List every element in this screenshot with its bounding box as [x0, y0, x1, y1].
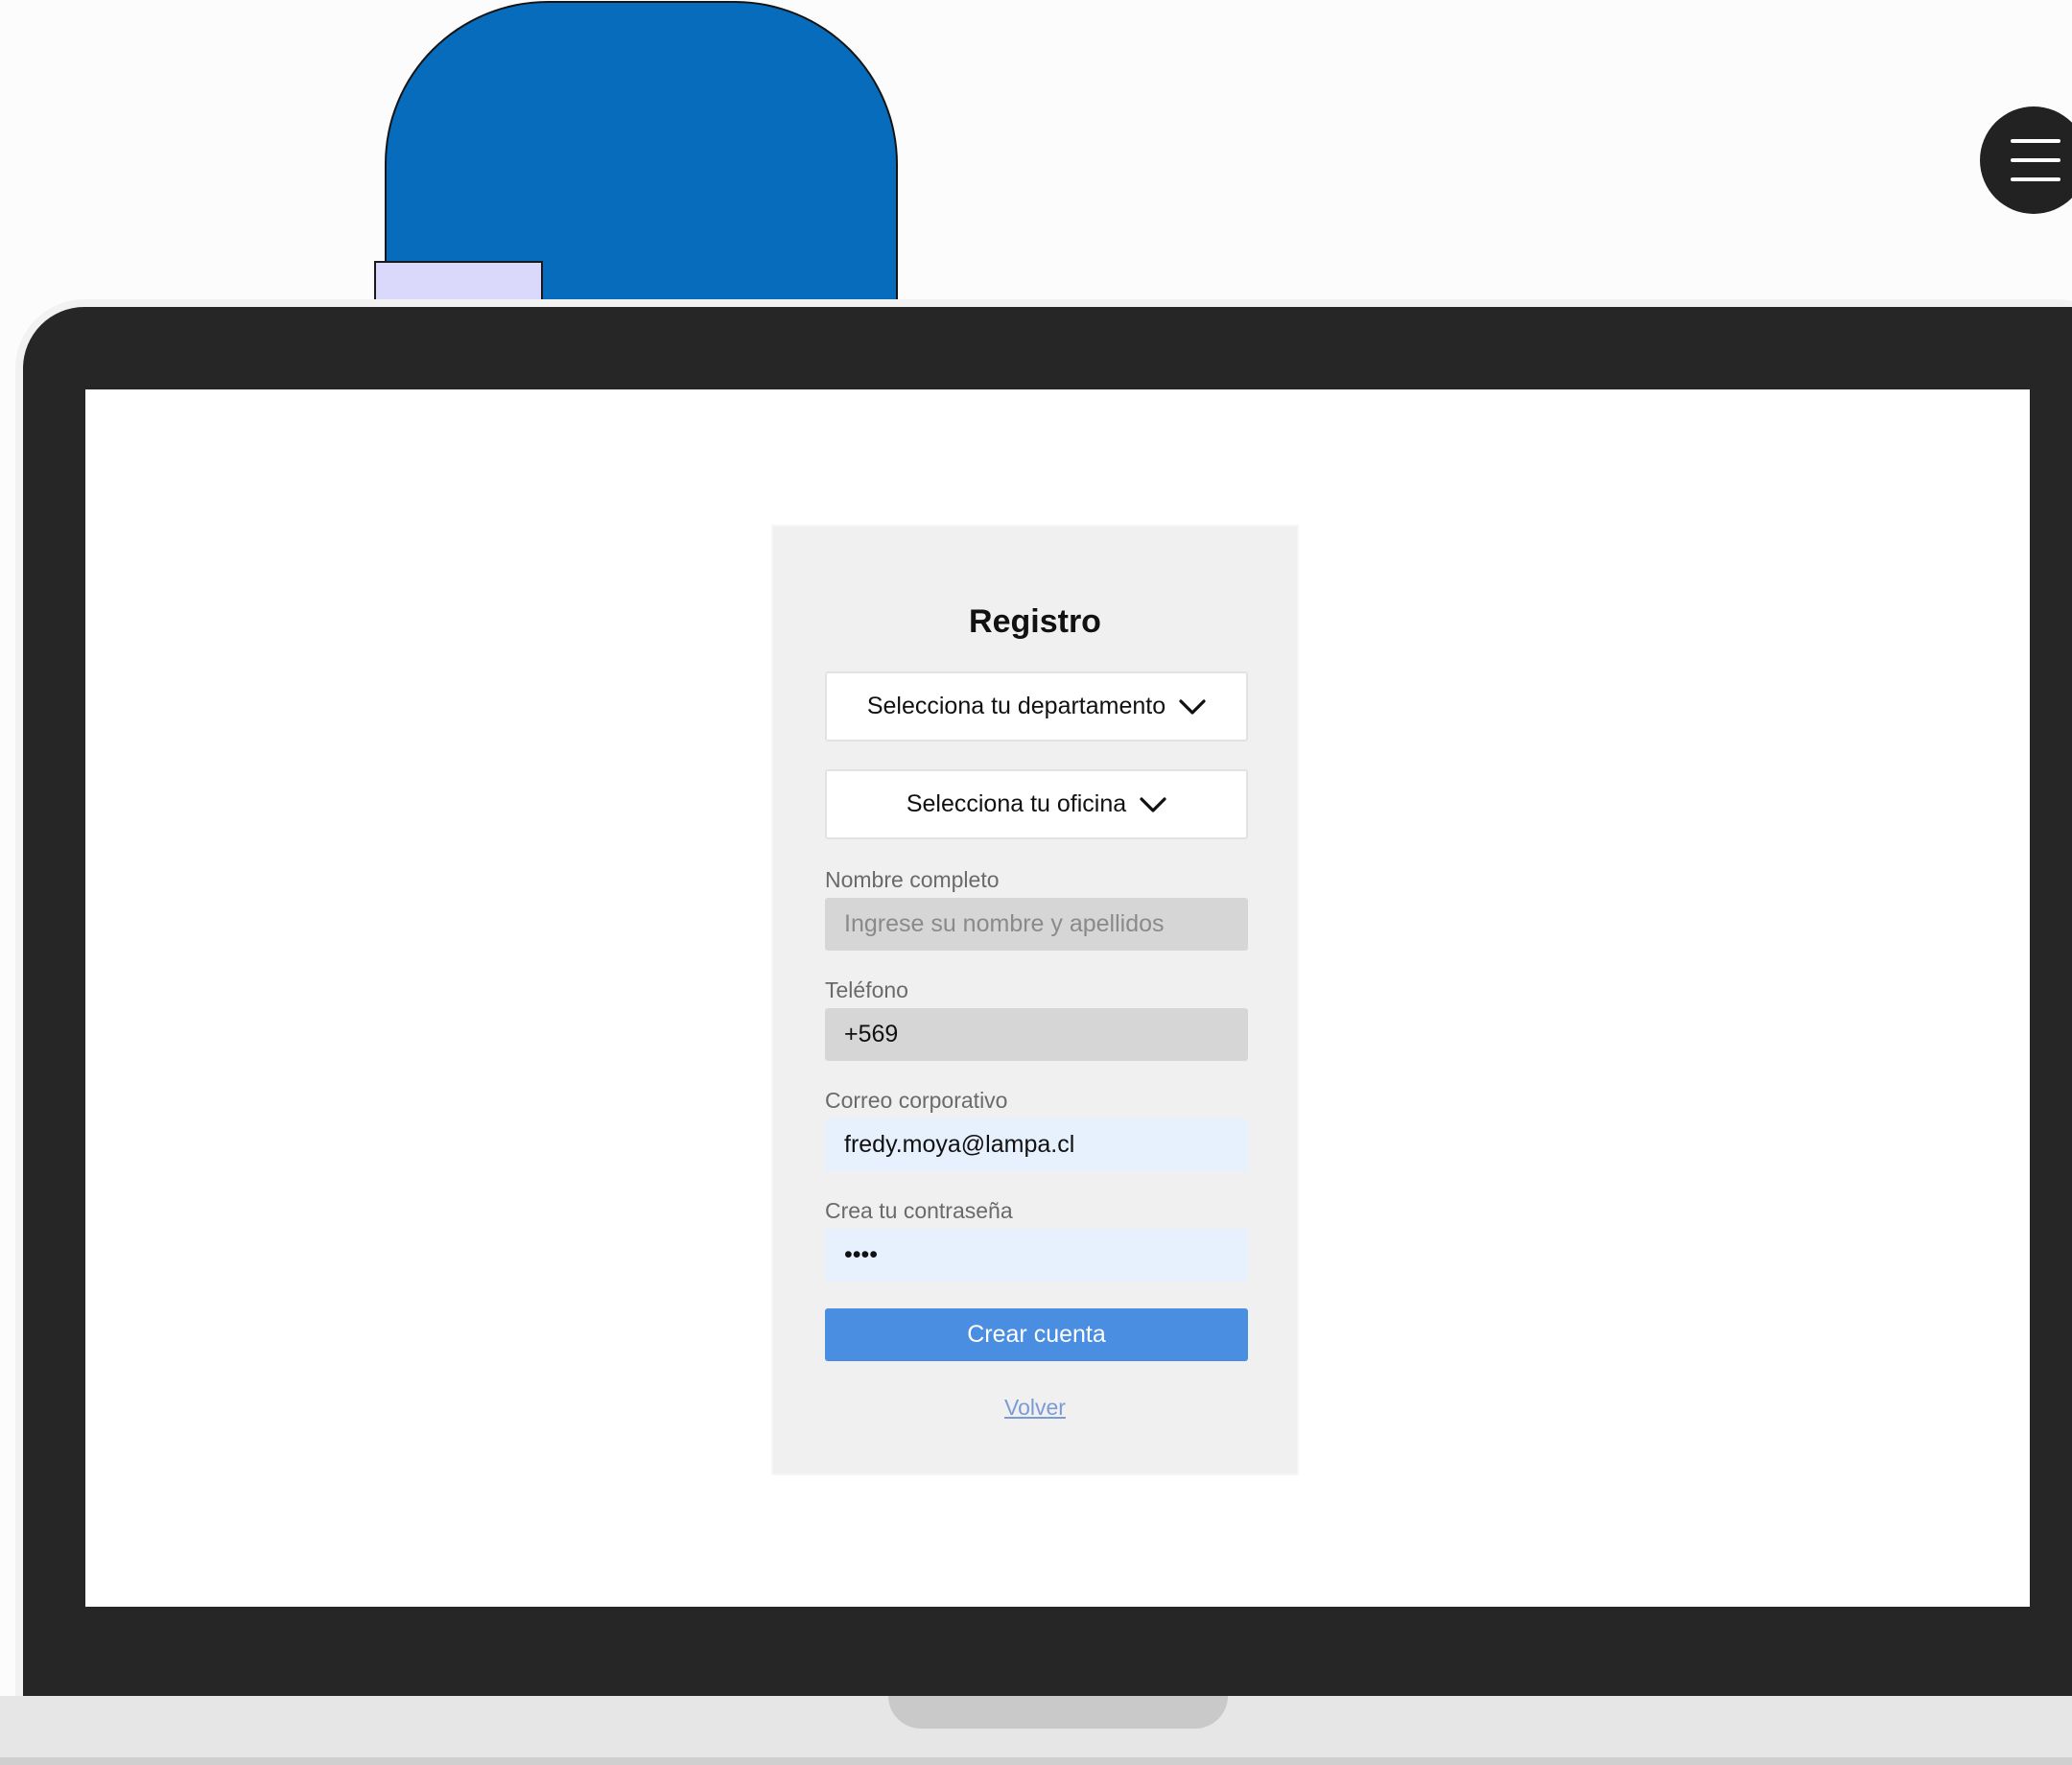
laptop-base-edge [0, 1757, 2072, 1765]
full-name-input[interactable] [825, 898, 1248, 951]
create-account-button[interactable]: Crear cuenta [825, 1308, 1248, 1361]
password-input[interactable] [825, 1229, 1248, 1282]
phone-input[interactable] [825, 1008, 1248, 1061]
office-select-label: Selecciona tu oficina [906, 790, 1127, 817]
email-input[interactable] [825, 1118, 1248, 1171]
email-label: Correo corporativo [825, 1088, 1008, 1113]
page: Registro Selecciona tu departamento Sele… [0, 0, 2072, 1765]
form-title: Registro [969, 603, 1101, 640]
phone-label: Teléfono [825, 977, 908, 1002]
password-label: Crea tu contraseña [825, 1198, 1013, 1223]
office-select[interactable]: Selecciona tu oficina [825, 769, 1248, 839]
hamburger-menu-button[interactable] [1980, 106, 2072, 214]
registration-card: Registro Selecciona tu departamento Sele… [771, 525, 1299, 1475]
full-name-label: Nombre completo [825, 867, 1000, 892]
chevron-down-icon [1179, 698, 1206, 715]
department-select[interactable]: Selecciona tu departamento [825, 671, 1248, 741]
laptop-notch [888, 1696, 1228, 1729]
back-link[interactable]: Volver [773, 1395, 1297, 1421]
chevron-down-icon [1140, 796, 1166, 812]
department-select-label: Selecciona tu departamento [866, 693, 1166, 719]
